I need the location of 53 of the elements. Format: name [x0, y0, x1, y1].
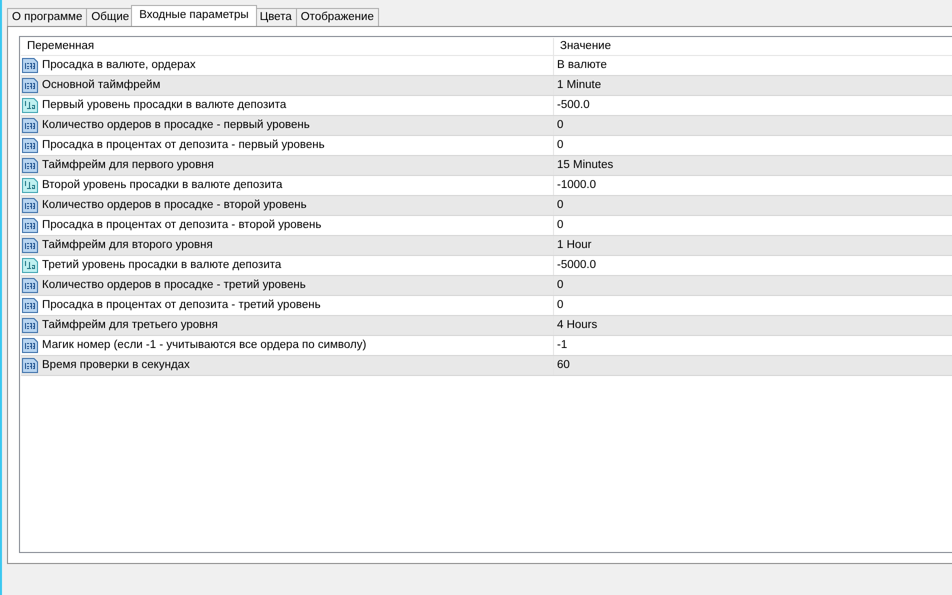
variable-name: Таймфрейм для второго уровня — [42, 238, 213, 253]
column-header[interactable]: Значение — [554, 38, 952, 55]
variable-name: Основной таймфрейм — [42, 78, 160, 93]
variable-name: Время проверки в секундах — [42, 358, 190, 373]
value-cell[interactable]: 15 Minutes — [554, 156, 952, 175]
integer-type-icon — [22, 58, 38, 73]
integer-type-icon — [22, 318, 38, 333]
column-header[interactable]: Переменная — [21, 38, 554, 55]
integer-type-icon — [22, 218, 38, 233]
variable-name: Таймфрейм для первого уровня — [42, 158, 214, 173]
variable-name: Просадка в валюте, ордерах — [42, 58, 196, 73]
integer-type-icon — [22, 118, 38, 133]
value-cell[interactable]: -1000.0 — [554, 176, 952, 195]
variable-name: Просадка в процентах от депозита - второй уровень — [42, 218, 322, 233]
tab[interactable]: Входные параметры — [131, 5, 257, 26]
integer-type-icon — [22, 338, 38, 353]
variable-name: Количество ордеров в просадке - третий уровень — [42, 278, 306, 293]
value-cell[interactable]: 0 — [554, 196, 952, 215]
variable-name: Магик номер (если -1 - учитываются все ордера по символу) — [42, 338, 366, 353]
variable-name: Просадка в процентах от депозита - первый уровень — [42, 138, 325, 153]
value-cell[interactable]: -1 — [554, 336, 952, 355]
integer-type-icon — [22, 158, 38, 173]
integer-type-icon — [22, 278, 38, 293]
fraction-type-icon — [22, 98, 38, 113]
value-cell[interactable]: 0 — [554, 216, 952, 235]
variable-name: Третий уровень просадки в валюте депозита — [42, 258, 282, 273]
value-cell[interactable]: 0 — [554, 136, 952, 155]
value-cell[interactable]: 0 — [554, 276, 952, 295]
fraction-type-icon — [22, 258, 38, 273]
value-cell[interactable]: В валюте — [554, 56, 952, 75]
tab[interactable]: Отображение — [296, 8, 379, 26]
variable-name: Таймфрейм для третьего уровня — [42, 318, 218, 333]
integer-type-icon — [22, 358, 38, 373]
value-cell[interactable]: 1 Hour — [554, 236, 952, 255]
integer-type-icon — [22, 298, 38, 313]
integer-type-icon — [22, 78, 38, 93]
variable-name: Количество ордеров в просадке - второй уровень — [42, 198, 307, 213]
value-cell[interactable]: 0 — [554, 116, 952, 135]
value-cell[interactable]: 60 — [554, 356, 952, 375]
value-cell[interactable]: -5000.0 — [554, 256, 952, 275]
variable-name: Количество ордеров в просадке - первый уровень — [42, 118, 310, 133]
fraction-type-icon — [22, 178, 38, 193]
variable-name: Просадка в процентах от депозита - третий уровень — [42, 298, 321, 313]
value-cell[interactable]: 0 — [554, 296, 952, 315]
integer-type-icon — [22, 238, 38, 253]
value-cell[interactable]: 1 Minute — [554, 76, 952, 95]
value-cell[interactable]: -500.0 — [554, 96, 952, 115]
integer-type-icon — [22, 198, 38, 213]
variable-name: Второй уровень просадки в валюте депозита — [42, 178, 282, 193]
variable-name: Первый уровень просадки в валюте депозита — [42, 98, 286, 113]
integer-type-icon — [22, 138, 38, 153]
value-cell[interactable]: 4 Hours — [554, 316, 952, 335]
tab[interactable]: О программе — [7, 8, 88, 26]
